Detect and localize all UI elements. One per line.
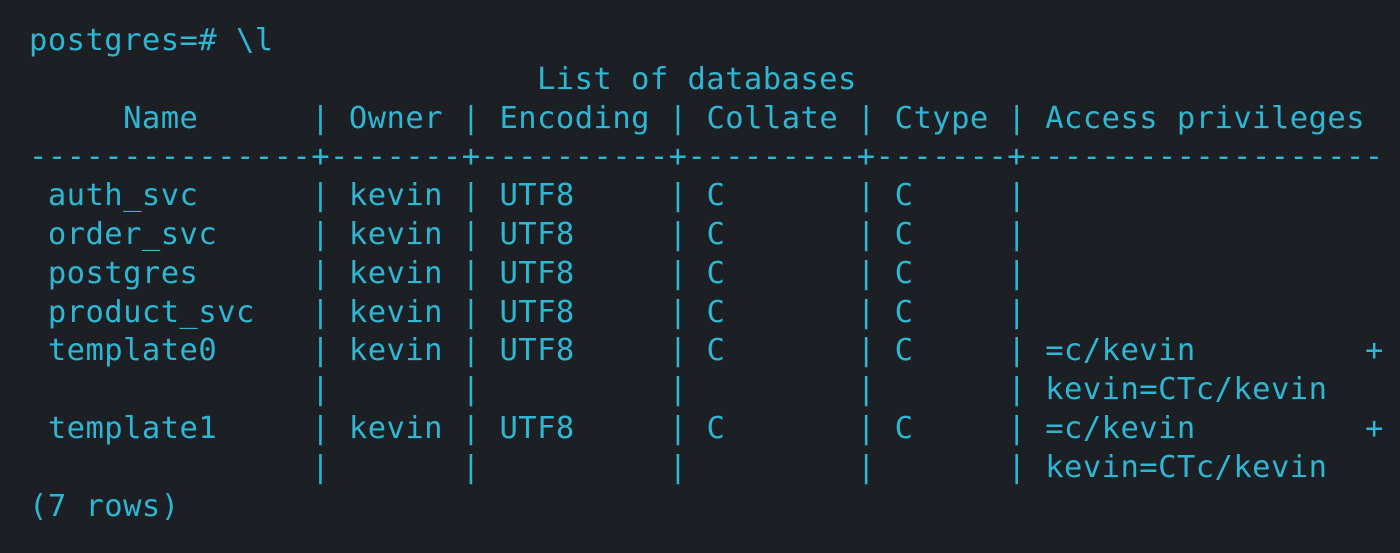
table-title: List of databases [536, 61, 857, 97]
cell-ctype: C [894, 255, 989, 291]
column-header: Access privileges [1045, 100, 1366, 136]
cell-encoding [499, 372, 650, 407]
cell-name: auth_svc [47, 178, 293, 214]
cell-collate [706, 450, 838, 485]
cell-encoding: UTF8 [499, 216, 650, 252]
cell-owner: kevin [348, 255, 443, 291]
table-row-continuation: | | | | | kevin=CTc/kevin [29, 371, 1400, 410]
cell-ctype: C [894, 410, 989, 446]
table-body: auth_svc | kevin | UTF8 | C | C | order_… [29, 177, 1400, 487]
column-header: Owner [348, 100, 443, 136]
cell-encoding: UTF8 [499, 178, 650, 214]
prompt: postgres=# [29, 23, 218, 58]
table-row-continuation: | | | | | kevin=CTc/kevin [29, 449, 1400, 488]
column-header: Collate [706, 100, 839, 136]
command-line: postgres=# \l [29, 22, 1400, 61]
column-header: Name [47, 100, 293, 136]
cell-ctype: C [894, 178, 989, 214]
cell-ctype: C [894, 333, 989, 369]
cell-encoding: UTF8 [499, 333, 650, 369]
cell-access: =c/kevin [1045, 333, 1366, 369]
column-header: Encoding [499, 100, 650, 136]
cell-owner: kevin [348, 216, 443, 252]
table-row: template0 | kevin | UTF8 | C | C | =c/ke… [47, 333, 1384, 369]
table-header: Name | Owner | Encoding | Collate | Ctyp… [47, 100, 1366, 136]
cell-collate: C [706, 178, 839, 214]
cell-name [48, 372, 293, 407]
cell-collate: C [706, 410, 839, 446]
cell-encoding: UTF8 [499, 255, 650, 291]
command-text: \l [235, 23, 274, 58]
cell-name: postgres [47, 255, 293, 291]
footer-line: (7 rows) [29, 488, 1400, 527]
table-row: template1 | kevin | UTF8 | C | C | =c/ke… [47, 410, 1384, 446]
cell-name: order_svc [47, 216, 293, 252]
table-row: order_svc | kevin | UTF8 | C | C | [47, 216, 1027, 252]
cell-ctype [895, 450, 989, 485]
table-title-line: List of databases [29, 61, 1400, 100]
cell-access: kevin=CTc/kevin [1045, 372, 1366, 408]
table-separator: ---------------+-------+----------+-----… [29, 139, 1384, 175]
cell-owner: kevin [348, 410, 443, 446]
column-header: Ctype [894, 100, 989, 136]
terminal-window[interactable]: postgres=# \l List of databases Name | O… [0, 0, 1400, 553]
continuation-plus: + [1365, 333, 1384, 369]
cell-ctype [895, 372, 989, 407]
cell-name: template1 [47, 410, 293, 446]
cell-owner: kevin [348, 178, 443, 214]
cell-ctype: C [894, 216, 989, 252]
table-row: product_svc | kevin | UTF8 | C | C | [47, 294, 1027, 330]
table-row: postgres | kevin | UTF8 | C | C | [47, 255, 1027, 291]
cell-collate: C [706, 216, 839, 252]
cell-collate: C [706, 255, 839, 291]
cell-name: template0 [47, 333, 293, 369]
continuation-plus: + [1365, 410, 1384, 446]
cell-access: =c/kevin [1045, 410, 1366, 446]
cell-encoding: UTF8 [499, 410, 650, 446]
cell-collate: C [706, 333, 839, 369]
cell-access: kevin=CTc/kevin [1045, 449, 1366, 485]
table-row: auth_svc | kevin | UTF8 | C | C | [47, 178, 1027, 214]
cell-encoding: UTF8 [499, 294, 650, 330]
cell-owner [349, 450, 443, 485]
cell-name [48, 450, 293, 485]
cell-collate [706, 372, 838, 407]
cell-owner [349, 372, 443, 407]
row-count: (7 rows) [29, 488, 180, 524]
cell-owner: kevin [348, 333, 443, 369]
psql-output: postgres=# \l List of databases Name | O… [29, 22, 1400, 526]
cell-encoding [499, 450, 650, 485]
cell-collate: C [706, 294, 839, 330]
cell-owner: kevin [348, 294, 443, 330]
cell-ctype: C [894, 294, 989, 330]
cell-name: product_svc [47, 294, 293, 330]
